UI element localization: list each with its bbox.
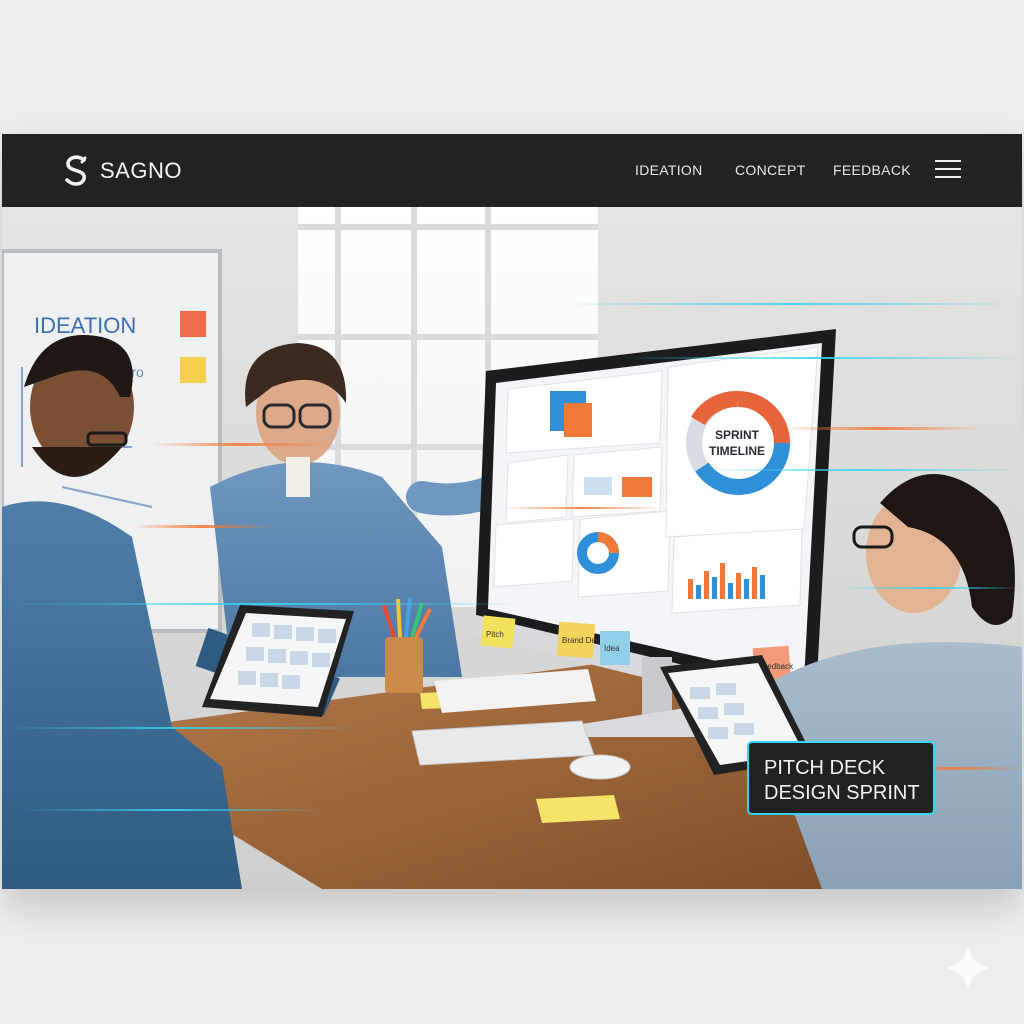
sticky-note-3: Idea — [604, 644, 620, 653]
brand-logo[interactable]: SAGNO — [64, 154, 182, 188]
caption-line1: PITCH DECK — [764, 757, 886, 779]
whiteboard-heading: IDEATION — [34, 313, 136, 338]
hero-scene: IDEATION Pro SPRINT TIMELINE Pitch Brand… — [2, 207, 1022, 889]
caption-badge: PITCH DECK DESIGN SPRINT — [747, 741, 935, 815]
sticky-note-1: Pitch — [486, 630, 504, 639]
sagno-logo-icon — [65, 155, 87, 186]
hero-frame: SAGNO IDEATION CONCEPT FEEDBACK IDEATION… — [2, 134, 1022, 889]
nav-link-concept[interactable]: CONCEPT — [735, 162, 806, 178]
brand-name: SAGNO — [100, 158, 182, 183]
sparkle-icon — [946, 946, 990, 990]
nav-link-feedback[interactable]: FEEDBACK — [833, 162, 911, 178]
caption-line2: DESIGN SPRINT — [764, 782, 920, 804]
sprint-timeline-chart: SPRINT TIMELINE — [665, 346, 819, 538]
nav-link-ideation[interactable]: IDEATION — [635, 162, 702, 178]
team-meeting-illustration: IDEATION Pro SPRINT TIMELINE Pitch Brand… — [2, 207, 1022, 889]
donut-title-line1: SPRINT — [715, 428, 760, 442]
hamburger-menu-icon[interactable] — [935, 160, 961, 180]
donut-title-line2: TIMELINE — [709, 444, 765, 458]
top-navigation-bar: SAGNO IDEATION CONCEPT FEEDBACK — [2, 134, 1022, 207]
